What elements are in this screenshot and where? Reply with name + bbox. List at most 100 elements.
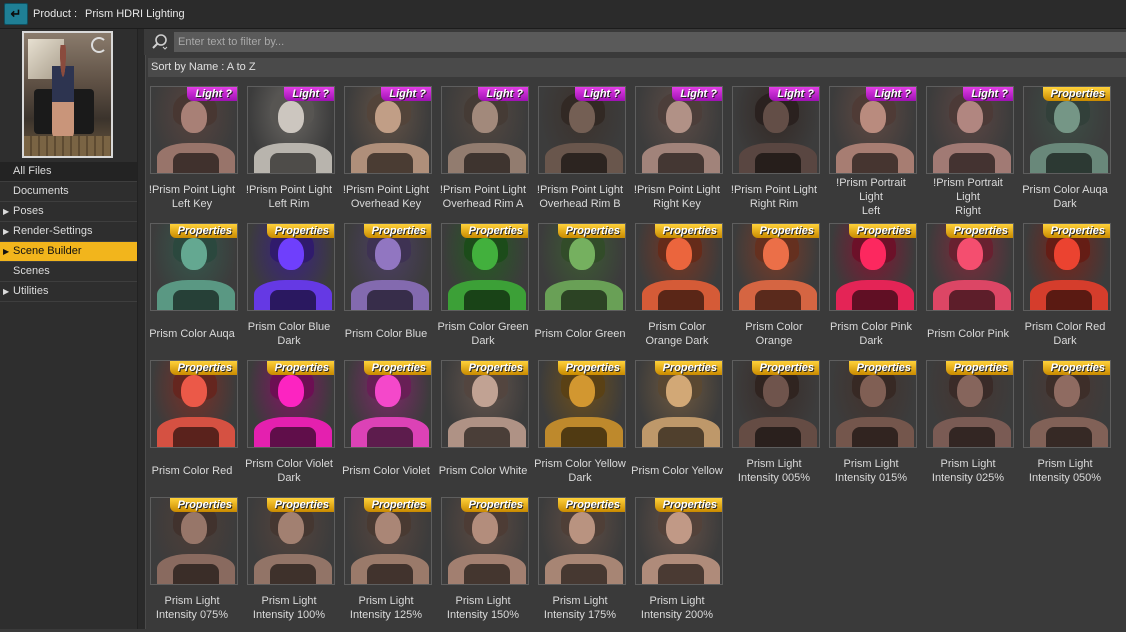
asset-tile[interactable]: Properties Prism Color Violet Dark [245,358,342,495]
asset-label: Prism Color Auqa [149,328,235,340]
back-button[interactable]: ↵ [4,3,28,25]
asset-tile[interactable]: Properties Prism Color Red [148,358,245,495]
asset-thumbnail: Properties [829,360,917,448]
light-badge: Light ? [575,87,625,101]
asset-tile[interactable]: Properties Prism Color Green Dark [437,221,536,358]
properties-badge: Properties [848,224,916,238]
asset-tile[interactable]: Light ? !Prism Point Light Left Rim [245,84,342,221]
asset-thumbnail: Light ? [829,86,917,174]
asset-label: Prism Light Intensity 200% [640,595,714,621]
thumbnail-face [181,101,207,133]
asset-tile[interactable]: Properties Prism Light Intensity 005% [730,358,827,495]
thumbnail-face [957,238,983,270]
asset-tile[interactable]: Properties Prism Color Yellow Dark [534,358,633,495]
asset-tile[interactable]: Light ? !Prism Point Light Overhead Key [342,84,439,221]
sidebar-item-utilities[interactable]: ▶ Utilities [0,282,137,302]
asset-tile[interactable]: Properties Prism Light Intensity 150% [439,495,536,632]
asset-tile[interactable]: Properties Prism Color White [439,358,536,495]
asset-tile[interactable]: Properties Prism Color Green [534,221,633,358]
properties-badge: Properties [557,224,625,238]
thumbnail-face [957,101,983,133]
thumbnail-face [181,375,207,407]
sidebar-item-label: Render-Settings [13,225,93,237]
thumbnail-face [860,375,886,407]
thumbnail-face [860,238,886,270]
asset-tile[interactable]: Properties Prism Color Auqa [148,221,245,358]
thumbnail-top [173,564,219,584]
properties-badge: Properties [654,498,722,512]
properties-badge: Properties [945,361,1013,375]
sidebar-item-scene-builder[interactable]: ▶ Scene Builder [0,242,137,262]
asset-tile[interactable]: Properties Prism Light Intensity 050% [1021,358,1118,495]
asset-tile[interactable]: Properties Prism Light Intensity 025% [924,358,1021,495]
asset-tile[interactable]: Properties Prism Color Violet [342,358,439,495]
sidebar-item-poses[interactable]: ▶ Poses [0,202,137,222]
search-input[interactable] [174,32,1126,52]
asset-thumbnail: Properties [344,223,432,311]
asset-tile[interactable]: Properties Prism Color Orange [730,221,827,358]
asset-thumbnail: Properties [829,223,917,311]
asset-tile[interactable]: Properties Prism Light Intensity 100% [245,495,342,632]
sidebar-item-scenes[interactable]: Scenes [0,262,137,282]
thumbnail-top [367,153,413,173]
asset-thumbnail: Properties [247,497,335,585]
product-thumbnail[interactable] [22,31,113,158]
expand-arrow-icon[interactable]: ▶ [3,222,9,241]
asset-tile[interactable]: Properties Prism Light Intensity 200% [633,495,730,632]
expand-arrow-icon[interactable]: ▶ [3,282,9,301]
asset-tile[interactable]: Properties Prism Color Blue [342,221,439,358]
asset-tile[interactable]: Light ? !Prism Point Light Overhead Rim A [439,84,536,221]
asset-tile[interactable]: Light ? !Prism Point Light Right Rim [730,84,827,221]
properties-badge: Properties [945,224,1013,238]
sidebar-item-all-files[interactable]: All Files [0,162,137,182]
sidebar-item-label: Scene Builder [13,245,82,257]
thumbnail-face [957,375,983,407]
search-icon[interactable] [151,33,168,50]
thumbnail-face [1054,101,1080,133]
expand-arrow-icon[interactable]: ▶ [3,202,9,221]
thumbnail-face [278,512,304,544]
sort-selector[interactable]: Sort by Name : A to Z [148,58,1126,77]
properties-badge: Properties [557,498,625,512]
sidebar-item-documents[interactable]: Documents [0,182,137,202]
thumbnail-top [561,427,607,447]
asset-tile[interactable]: Properties Prism Color Orange Dark [633,221,730,358]
asset-tile[interactable]: Properties Prism Color Pink [924,221,1021,358]
properties-badge: Properties [460,498,528,512]
asset-tile[interactable]: Properties Prism Color Pink Dark [827,221,924,358]
thumbnail-top [367,564,413,584]
asset-tile[interactable]: Light ? !Prism Point Light Left Key [148,84,245,221]
thumbnail-top [852,427,898,447]
thumbnail-face [181,238,207,270]
asset-tile[interactable]: Properties Prism Light Intensity 125% [342,495,439,632]
asset-label: !Prism Point Light Overhead Key [342,184,430,210]
asset-thumbnail: Properties [344,497,432,585]
asset-label: Prism Color Violet [342,465,430,477]
asset-label: !Prism Portrait Light Left [836,177,906,217]
asset-label: Prism Color Orange [745,321,803,347]
asset-tile[interactable]: Properties Prism Color Yellow [631,358,730,495]
asset-tile[interactable]: Properties Prism Light Intensity 075% [148,495,245,632]
rotate-icon[interactable] [91,37,107,53]
asset-tile[interactable]: Light ? !Prism Point Light Overhead Rim B [536,84,633,221]
properties-badge: Properties [751,224,819,238]
asset-label: !Prism Point Light Right Rim [730,184,818,210]
thumbnail-face [375,238,401,270]
thumbnail-top [464,153,510,173]
category-list: All Files Documents ▶ Poses ▶ Render-Settings… [0,162,137,302]
sidebar-item-render-settings[interactable]: ▶ Render-Settings [0,222,137,242]
asset-tile[interactable]: Properties Prism Color Red Dark [1021,221,1118,358]
asset-thumbnail: Properties [1023,86,1111,174]
expand-arrow-icon[interactable]: ▶ [3,242,9,261]
asset-tile[interactable]: Light ? !Prism Point Light Right Key [633,84,730,221]
asset-tile[interactable]: Light ? !Prism Portrait Light Right [924,84,1021,221]
thumbnail-face [666,512,692,544]
asset-thumbnail: Light ? [247,86,335,174]
thumbnail-face [666,101,692,133]
asset-tile[interactable]: Properties Prism Light Intensity 015% [827,358,924,495]
asset-tile[interactable]: Properties Prism Color Blue Dark [245,221,342,358]
asset-label: Prism Light Intensity 015% [834,458,908,484]
asset-tile[interactable]: Properties Prism Light Intensity 175% [536,495,633,632]
asset-tile[interactable]: Properties Prism Color Auqa Dark [1021,84,1118,221]
asset-tile[interactable]: Light ? !Prism Portrait Light Left [827,84,924,221]
